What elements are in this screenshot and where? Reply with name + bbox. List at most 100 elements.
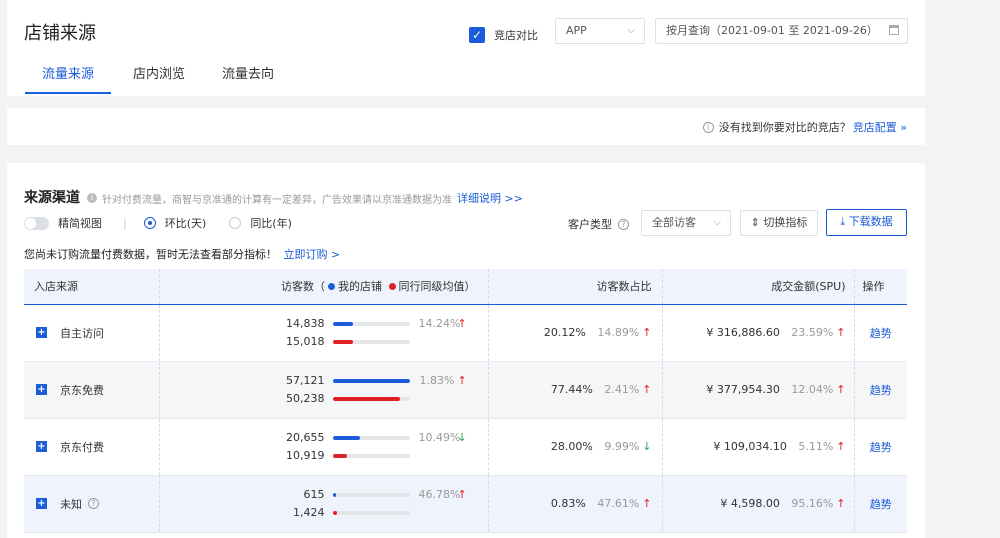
page-title: 店铺来源 <box>24 23 96 44</box>
arrow-up-icon: ↑ <box>836 440 846 453</box>
customer-type-text: 客户类型 <box>568 218 612 231</box>
arrow-up-icon: ↑ <box>836 383 846 396</box>
cell-op: 趋势 <box>854 475 907 532</box>
cell-op: 趋势 <box>854 361 907 418</box>
cell-source: + 未知 ? <box>24 475 160 532</box>
tab-traffic-destination[interactable]: 流量去向 <box>207 60 289 94</box>
expand-icon[interactable]: + <box>36 327 47 338</box>
table-row: + 京东免费 57,121 1.83% ↑ 50,238 77.44% 2.41%… <box>24 361 907 418</box>
subscription-warning: 您尚未订购流量付费数据，暂时无法查看部分指标！ 立即订购 > <box>24 246 340 262</box>
expand-icon[interactable]: + <box>36 384 47 395</box>
arrow-up-icon: ↑ <box>836 497 846 510</box>
customer-type-label: 客户类型 ? <box>568 216 629 232</box>
ratio-change: 9.99% <box>604 440 640 453</box>
download-data-button[interactable]: ⤓ 下载数据 <box>826 209 907 236</box>
header-card: 店铺来源 ✓ 竞店对比 APP ⌵ 按月查询（2021-09-01 至 2021… <box>7 0 925 96</box>
notice-card: i 没有找到你要对比的竞店？ 竞店配置 » <box>7 108 925 145</box>
expand-icon[interactable]: + <box>36 441 47 452</box>
subscribe-now-link[interactable]: 立即订购 > <box>284 248 341 261</box>
trend-link[interactable]: 趋势 <box>870 384 892 397</box>
trend-link[interactable]: 趋势 <box>870 441 892 454</box>
bar-peer <box>332 510 338 515</box>
switch-metrics-button[interactable]: ⇕ 切换指标 <box>740 210 818 236</box>
info-icon: i <box>702 121 714 133</box>
cell-ratio: 20.12% 14.89% ↑ <box>488 304 663 361</box>
amount-change: 95.16% <box>791 497 834 510</box>
cell-ratio: 0.83% 47.61% ↑ <box>488 475 663 532</box>
trend-link[interactable]: 趋势 <box>870 498 892 511</box>
bar-peer <box>332 396 401 401</box>
cell-visitors: 615 46.78% ↑ 1,424 <box>159 475 489 532</box>
cell-ratio: 28.00% 9.99% ↓ <box>488 418 663 475</box>
compare-toggle[interactable]: ✓ 竞店对比 <box>469 27 538 43</box>
trend-link[interactable]: 趋势 <box>870 327 892 340</box>
view-options: 精简视图 | 环比(天) 同比(年) <box>24 215 315 231</box>
col-visitors: 访客数（ 我的店铺 同行同级均值） <box>159 269 489 304</box>
date-range-value: 按月查询（2021-09-01 至 2021-09-26） <box>666 24 878 37</box>
source-name: 自主访问 <box>60 326 104 340</box>
amount-value: ¥ 316,886.60 <box>706 326 780 339</box>
amount-value: ¥ 109,034.10 <box>713 440 787 453</box>
amount-change: 12.04% <box>791 383 834 396</box>
radio-day-over-day[interactable] <box>143 217 156 229</box>
ratio-value: 0.83% <box>550 497 586 510</box>
source-name: 京东付费 <box>60 440 104 454</box>
cell-source: + 京东免费 <box>24 361 160 418</box>
cell-amount: ¥ 4,598.00 95.16% ↑ <box>662 475 855 532</box>
visitors-peer: 1,424 <box>293 506 325 519</box>
compact-view-toggle[interactable] <box>24 216 49 230</box>
col-ratio: 访客数占比 <box>488 269 663 304</box>
bar-mine <box>332 378 410 383</box>
arrow-down-icon: ↓ <box>457 431 467 444</box>
table-row: + 自主访问 14,838 14.24% ↑ 15,018 20.12% 14.8… <box>24 304 907 361</box>
detail-link[interactable]: 详细说明 >> <box>457 190 523 206</box>
visitors-change: 14.24% <box>418 317 461 330</box>
arrow-up-icon: ↑ <box>642 497 652 510</box>
cell-visitors: 57,121 1.83% ↑ 50,238 <box>159 361 489 418</box>
ratio-value: 20.12% <box>543 326 586 339</box>
bar-mine <box>332 435 361 440</box>
cell-ratio: 77.44% 2.41% ↑ <box>488 361 663 418</box>
bar-peer <box>332 453 348 458</box>
amount-change: 23.59% <box>791 326 834 339</box>
table-row: + 京东付费 20,655 10.49% ↓ 10,919 28.00% 9.99… <box>24 418 907 475</box>
radio-year-over-year[interactable] <box>229 217 242 229</box>
visitors-peer: 10,919 <box>286 449 325 462</box>
tab-traffic-source[interactable]: 流量来源 <box>25 60 111 94</box>
section-desc-text: 针对付费流量，商智与京准通的计算有一定差异，广告效果请以京准通数据为准 <box>102 194 452 206</box>
chevron-down-icon: ⌵ <box>713 217 721 228</box>
visitors-change: 1.83% <box>419 374 455 387</box>
arrow-up-icon: ↑ <box>642 326 652 339</box>
compare-label: 竞店对比 <box>494 29 538 42</box>
ratio-change: 47.61% <box>597 497 640 510</box>
competitor-notice: i 没有找到你要对比的竞店？ 竞店配置 » <box>702 119 907 135</box>
visitors-change: 46.78% <box>418 488 461 501</box>
legend-peer: 同行同级均值 <box>398 280 465 294</box>
cell-op: 趋势 <box>854 418 907 475</box>
platform-value: APP <box>566 24 587 37</box>
bar-peer-track <box>332 396 410 401</box>
tab-store-browse[interactable]: 店内浏览 <box>113 60 205 94</box>
bar-mine-track <box>332 321 410 326</box>
date-range-picker[interactable]: 按月查询（2021-09-01 至 2021-09-26） <box>655 18 908 44</box>
expand-icon[interactable]: + <box>36 498 47 509</box>
source-channel-table: 入店来源 访客数（ 我的店铺 同行同级均值） 访客数占比 成交金额(SPU) 操作… <box>24 269 907 533</box>
visitors-mine: 615 <box>303 488 325 501</box>
section-title: 来源渠道 <box>24 190 80 206</box>
tab-bar: 流量来源 店内浏览 流量去向 <box>25 60 291 94</box>
help-icon: ? <box>618 218 629 230</box>
platform-select[interactable]: APP ⌵ <box>555 18 645 44</box>
radio-day-over-day-label: 环比(天) <box>164 217 207 230</box>
compare-checkbox[interactable]: ✓ <box>469 27 485 43</box>
competitor-config-link[interactable]: 竞店配置 » <box>853 119 907 135</box>
visitors-mine: 14,838 <box>286 317 325 330</box>
bar-peer-track <box>332 453 410 458</box>
ratio-change: 14.89% <box>597 326 640 339</box>
warning-text: 您尚未订购流量付费数据，暂时无法查看部分指标！ <box>24 248 277 261</box>
arrow-up-icon: ↑ <box>457 374 467 387</box>
legend-dot-peer <box>388 283 396 291</box>
customer-type-select[interactable]: 全部访客 ⌵ <box>641 210 731 236</box>
bar-mine-track <box>332 378 410 383</box>
section-description: i 针对付费流量，商智与京准通的计算有一定差异，广告效果请以京准通数据为准 详细… <box>87 190 523 206</box>
col-amount: 成交金额(SPU) <box>662 269 855 304</box>
